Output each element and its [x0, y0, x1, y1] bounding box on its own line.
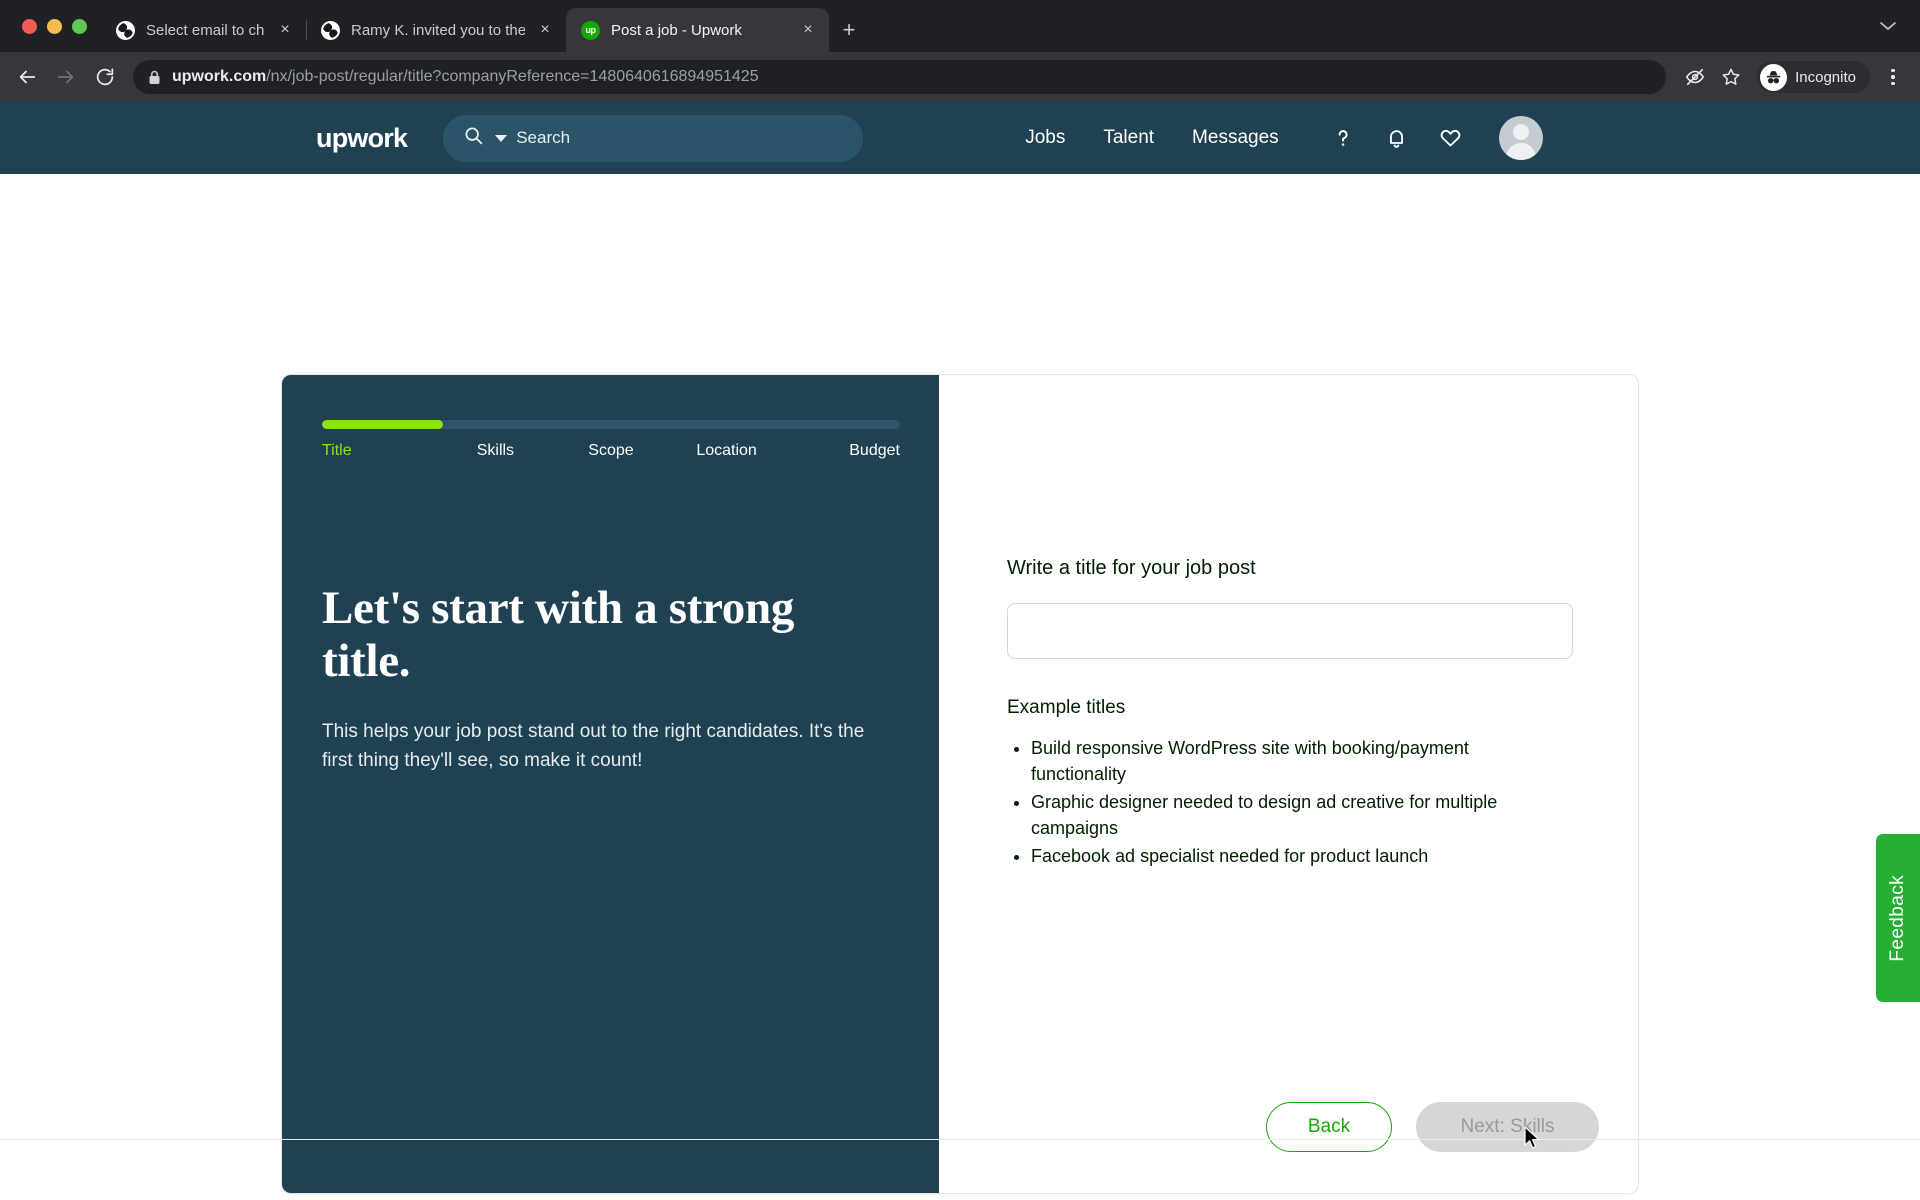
- maximize-window-button[interactable]: [72, 18, 87, 34]
- lock-icon: [148, 70, 161, 85]
- wizard-progress-fill: [322, 420, 444, 429]
- minimize-window-button[interactable]: [47, 18, 62, 34]
- feedback-tab[interactable]: Feedback: [1876, 834, 1920, 1002]
- saved-heart-icon[interactable]: [1438, 126, 1463, 150]
- browser-menu-button[interactable]: [1878, 61, 1908, 93]
- tab-list: Select email to change | Djang × Ramy K.…: [101, 0, 869, 52]
- globe-icon: [321, 20, 340, 40]
- list-item: Facebook ad specialist needed for produc…: [1031, 844, 1563, 870]
- hide-password-eye-icon[interactable]: [1679, 61, 1711, 93]
- address-bar[interactable]: upwork.com/nx/job-post/regular/title?com…: [133, 60, 1667, 94]
- step-title[interactable]: Title: [322, 442, 438, 460]
- wizard-left-panel: Title Skills Scope Location Budget Let's…: [282, 375, 939, 1193]
- site-nav: Jobs Talent Messages: [1025, 127, 1278, 149]
- back-button[interactable]: Back: [1266, 1102, 1392, 1152]
- menu-dot: [1891, 81, 1895, 86]
- example-titles-list: Build responsive WordPress site with boo…: [1007, 736, 1563, 870]
- nav-link-messages[interactable]: Messages: [1192, 127, 1279, 149]
- avatar[interactable]: [1498, 116, 1543, 160]
- new-tab-button[interactable]: +: [829, 8, 869, 52]
- wizard-actions: Back Next: Skills: [1266, 1102, 1599, 1152]
- forward-button[interactable]: [49, 60, 83, 94]
- close-icon[interactable]: ×: [536, 21, 554, 39]
- bookmark-star-icon[interactable]: [1715, 61, 1747, 93]
- footer-divider: [0, 1139, 1920, 1140]
- tab-title: Select email to change | Djang: [146, 21, 265, 39]
- job-title-input[interactable]: [1007, 603, 1573, 659]
- profile-incognito-button[interactable]: Incognito: [1757, 61, 1870, 93]
- nav-link-jobs[interactable]: Jobs: [1025, 127, 1065, 149]
- browser-chrome: Select email to change | Djang × Ramy K.…: [0, 0, 1920, 102]
- page-body: Title Skills Scope Location Budget Let's…: [0, 174, 1920, 1200]
- browser-tab-active[interactable]: up Post a job - Upwork ×: [566, 8, 829, 52]
- tabstrip-right-controls: [1868, 0, 1908, 52]
- page-title: Let's start with a strong title.: [322, 582, 795, 688]
- close-window-button[interactable]: [22, 18, 37, 34]
- toolbar-right-controls: Incognito: [1679, 61, 1908, 93]
- step-location[interactable]: Location: [669, 442, 785, 460]
- next-skills-button[interactable]: Next: Skills: [1416, 1102, 1599, 1152]
- step-scope[interactable]: Scope: [553, 442, 669, 460]
- tab-title: Ramy K. invited you to their tea: [351, 21, 525, 39]
- example-titles-heading: Example titles: [1007, 697, 1126, 718]
- upwork-icon: up: [581, 20, 600, 40]
- reload-button[interactable]: [88, 60, 122, 94]
- upwork-logo[interactable]: upwork: [316, 123, 408, 154]
- page-subtitle: This helps your job post stand out to th…: [322, 721, 865, 772]
- wizard-step-labels: Title Skills Scope Location Budget: [322, 442, 900, 460]
- url-domain: upwork.com: [172, 68, 267, 85]
- browser-tab[interactable]: Ramy K. invited you to their tea ×: [306, 8, 566, 52]
- back-button[interactable]: [10, 60, 44, 94]
- window-traffic-lights: [14, 0, 101, 52]
- incognito-icon: [1760, 63, 1788, 91]
- url-text: upwork.com/nx/job-post/regular/title?com…: [172, 68, 759, 86]
- browser-tab[interactable]: Select email to change | Djang ×: [101, 8, 306, 52]
- profile-label: Incognito: [1795, 68, 1856, 86]
- menu-dot: [1891, 75, 1895, 79]
- job-post-wizard-card: Title Skills Scope Location Budget Let's…: [281, 374, 1639, 1194]
- globe-icon: [116, 20, 135, 40]
- job-title-label: Write a title for your job post: [1007, 557, 1256, 579]
- close-icon[interactable]: ×: [276, 21, 294, 39]
- header-icon-group: [1331, 116, 1543, 160]
- site-header: upwork Search Jobs Talent Messages: [0, 102, 1920, 174]
- close-icon[interactable]: ×: [799, 21, 817, 39]
- notifications-bell-icon[interactable]: [1385, 126, 1408, 150]
- step-skills[interactable]: Skills: [438, 442, 554, 460]
- search-icon: [463, 125, 484, 151]
- step-budget[interactable]: Budget: [784, 442, 900, 460]
- chevron-down-icon[interactable]: [495, 134, 508, 142]
- browser-tabstrip: Select email to change | Djang × Ramy K.…: [0, 0, 1920, 52]
- chevron-down-icon[interactable]: [1868, 11, 1908, 41]
- list-item: Build responsive WordPress site with boo…: [1031, 736, 1563, 788]
- url-path: /nx/job-post/regular/title?companyRefere…: [266, 68, 759, 85]
- search-input[interactable]: Search: [443, 114, 864, 162]
- menu-dot: [1891, 68, 1895, 73]
- search-placeholder: Search: [516, 128, 571, 147]
- browser-toolbar: upwork.com/nx/job-post/regular/title?com…: [0, 52, 1920, 102]
- list-item: Graphic designer needed to design ad cre…: [1031, 790, 1563, 842]
- wizard-progress-bar: [322, 420, 900, 429]
- tab-title: Post a job - Upwork: [611, 21, 742, 39]
- wizard-right-panel: Write a title for your job post Example …: [939, 375, 1638, 1193]
- help-icon[interactable]: [1331, 126, 1355, 150]
- feedback-label: Feedback: [1887, 874, 1908, 962]
- nav-link-talent[interactable]: Talent: [1103, 127, 1154, 149]
